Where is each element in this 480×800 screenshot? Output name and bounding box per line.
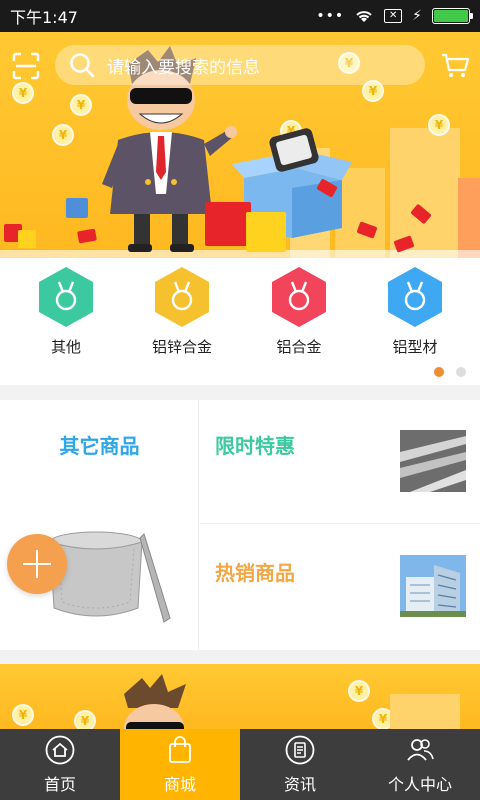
- wifi-icon: [356, 11, 372, 22]
- add-button[interactable]: [7, 534, 67, 594]
- tab-mall[interactable]: 商城: [120, 729, 240, 800]
- search-icon: [70, 53, 95, 78]
- home-icon: [45, 735, 75, 764]
- status-icons: ••• ✕ ⚡: [316, 8, 473, 24]
- tab-profile[interactable]: 个人中心: [360, 729, 480, 800]
- promo-grid: 其它商品 限时特惠 热销商品: [0, 400, 480, 650]
- pager-dot[interactable]: [434, 367, 444, 377]
- promo-title: 热销商品: [215, 561, 295, 585]
- hero-banner[interactable]: ¥ ¥ ¥ ¥ ¥ ¥ ¥ 请输入要搜索的信息: [0, 32, 480, 258]
- promo-title: 限时特惠: [215, 434, 295, 458]
- battery-icon: [432, 8, 473, 24]
- category-item-aluminum-zinc-alloy[interactable]: 铝锌合金: [137, 266, 227, 357]
- category-item-other[interactable]: 其他: [21, 266, 111, 357]
- medal-icon: [388, 267, 442, 327]
- shopping-bag-icon: [169, 735, 191, 763]
- coin-icon: ¥: [52, 124, 74, 146]
- cartoon-businessman-illustration: [124, 674, 186, 730]
- cart-icon[interactable]: [440, 50, 470, 80]
- search-bar-row: 请输入要搜索的信息: [0, 42, 480, 88]
- tab-home[interactable]: 首页: [0, 729, 120, 800]
- bottom-tab-bar: 首页 商城 资讯 个人中心: [0, 729, 480, 800]
- gift-icon: [246, 212, 286, 252]
- promo-title: 其它商品: [59, 434, 140, 458]
- gift-icon: [66, 198, 88, 218]
- status-time: 下午1:47: [10, 8, 78, 27]
- gift-icon: [18, 230, 36, 248]
- status-bar: 下午1:47 ••• ✕ ⚡: [0, 0, 480, 32]
- charging-icon: ⚡: [412, 8, 422, 24]
- pager-dot[interactable]: [456, 367, 466, 377]
- aluminum-profile-image: [400, 430, 466, 492]
- coin-icon: ¥: [12, 704, 34, 726]
- gift-icon: [205, 202, 251, 246]
- promo-other-products[interactable]: 其它商品: [0, 400, 199, 650]
- user-icon: [407, 738, 434, 761]
- sim-icon: ✕: [384, 9, 403, 23]
- news-icon: [285, 735, 315, 764]
- search-input[interactable]: 请输入要搜索的信息: [55, 45, 425, 85]
- medal-icon: [272, 267, 326, 327]
- search-placeholder: 请输入要搜索的信息: [107, 57, 260, 78]
- promo-limited-offer[interactable]: 限时特惠: [200, 400, 480, 524]
- coin-icon: ¥: [74, 710, 96, 730]
- pager-dots: [434, 367, 466, 377]
- building-image: [400, 555, 466, 617]
- category-item-aluminum-profile[interactable]: 铝型材: [370, 266, 460, 357]
- coin-icon: ¥: [428, 114, 450, 136]
- coin-icon: ¥: [348, 680, 370, 702]
- category-row: 其他 铝锌合金 铝合金 铝型材: [0, 258, 480, 385]
- tab-news[interactable]: 资讯: [240, 729, 360, 800]
- medal-icon: [39, 267, 93, 327]
- promo-hot-sales[interactable]: 热销商品: [200, 525, 480, 650]
- more-dots-icon: •••: [316, 8, 345, 24]
- scan-icon[interactable]: [12, 52, 40, 80]
- secondary-banner[interactable]: ¥ ¥ ¥ ¥: [0, 664, 480, 730]
- category-item-aluminum-alloy[interactable]: 铝合金: [254, 266, 344, 357]
- medal-icon: [155, 267, 209, 327]
